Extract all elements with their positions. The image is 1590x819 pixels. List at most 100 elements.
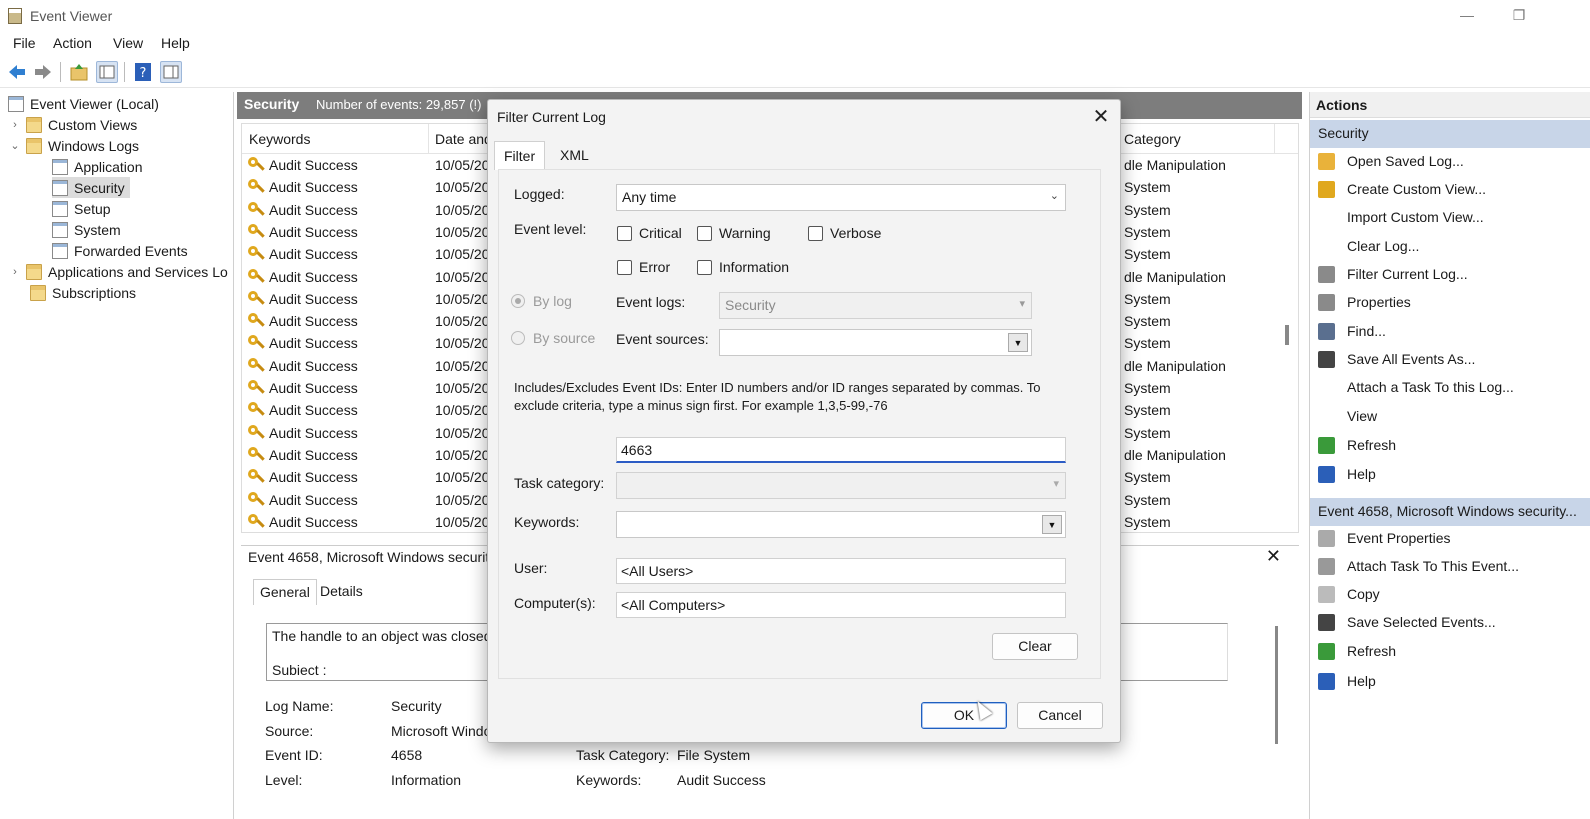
- grid-scrollbar[interactable]: [1285, 325, 1289, 345]
- warning-checkbox[interactable]: [697, 226, 712, 241]
- tab-details[interactable]: Details: [314, 579, 369, 605]
- tree-custom-views[interactable]: › Custom Views: [8, 114, 137, 135]
- error-checkbox[interactable]: [617, 260, 632, 275]
- chevron-down-icon[interactable]: ⌄: [8, 139, 22, 152]
- column-keywords[interactable]: Keywords: [249, 131, 310, 147]
- tab-general[interactable]: General: [253, 579, 317, 605]
- binoculars-icon: [1318, 323, 1335, 340]
- column-date[interactable]: Date and: [435, 131, 492, 147]
- event-message-line1: The handle to an object was closed: [272, 628, 492, 644]
- logged-dropdown[interactable]: Any time ⌄: [616, 184, 1066, 211]
- chevron-right-icon[interactable]: ›: [8, 119, 22, 131]
- tab-filter[interactable]: Filter: [494, 141, 546, 170]
- action-item[interactable]: Attach a Task To this Log...: [1310, 374, 1590, 402]
- information-checkbox[interactable]: [697, 260, 712, 275]
- tab-xml[interactable]: XML: [551, 141, 598, 170]
- verbose-checkbox[interactable]: [808, 226, 823, 241]
- row-keywords: Audit Success: [269, 446, 358, 463]
- action-item[interactable]: Save All Events As...: [1310, 346, 1590, 374]
- action-item[interactable]: Copy: [1310, 581, 1590, 609]
- critical-checkbox[interactable]: [617, 226, 632, 241]
- chevron-down-icon: ⌄: [1049, 190, 1059, 202]
- event-logs-dropdown[interactable]: Security ▾: [719, 292, 1032, 319]
- back-arrow-icon[interactable]: [6, 61, 28, 83]
- event-sources-dropdown[interactable]: ▼: [719, 329, 1032, 356]
- row-date: 10/05/20: [435, 313, 490, 330]
- key-icon: [248, 469, 264, 485]
- minimize-button[interactable]: —: [1447, 4, 1487, 28]
- menu-help[interactable]: Help: [161, 35, 190, 51]
- show-hide-tree-icon[interactable]: [96, 61, 118, 83]
- row-keywords: Audit Success: [269, 402, 358, 419]
- svg-text:?: ?: [140, 66, 147, 81]
- ok-button[interactable]: OK: [921, 702, 1007, 729]
- key-icon: [248, 513, 264, 530]
- tree-setup-log[interactable]: Setup: [52, 198, 111, 219]
- action-item[interactable]: Create Custom View...: [1310, 176, 1590, 204]
- navigation-tree: Event Viewer (Local) › Custom Views ⌄ Wi…: [0, 92, 234, 819]
- action-item[interactable]: Filter Current Log...: [1310, 261, 1590, 289]
- action-label: Help: [1347, 466, 1376, 482]
- column-separator[interactable]: [1274, 124, 1275, 154]
- action-item[interactable]: Clear Log...: [1310, 233, 1590, 261]
- menu-file[interactable]: File: [13, 35, 36, 51]
- action-item[interactable]: View: [1310, 403, 1590, 431]
- computers-input[interactable]: <All Computers>: [616, 592, 1066, 618]
- action-item[interactable]: Event Properties: [1310, 525, 1590, 553]
- action-item[interactable]: Help: [1310, 668, 1590, 696]
- task-category-label: Task category:: [514, 475, 605, 491]
- row-keywords: Audit Success: [269, 313, 358, 330]
- log-name: Security: [244, 96, 300, 112]
- tree-subscriptions[interactable]: Subscriptions: [30, 282, 136, 303]
- row-keywords: Audit Success: [269, 223, 358, 240]
- tree-apps-services[interactable]: › Applications and Services Lo: [8, 261, 228, 282]
- action-item[interactable]: Help: [1310, 461, 1590, 489]
- properties-icon: [1318, 294, 1335, 311]
- up-folder-icon[interactable]: [68, 61, 90, 83]
- log-icon: [52, 158, 68, 175]
- task-category-value: File System: [677, 747, 751, 763]
- action-item[interactable]: Open Saved Log...: [1310, 148, 1590, 176]
- action-item[interactable]: Refresh: [1310, 638, 1590, 666]
- menu-action[interactable]: Action: [53, 35, 92, 51]
- tree-security-log[interactable]: Security: [52, 177, 130, 198]
- column-category[interactable]: Category: [1124, 131, 1181, 147]
- restore-button[interactable]: ❐: [1499, 4, 1539, 28]
- actions-section-security[interactable]: Security: [1310, 120, 1590, 148]
- action-item[interactable]: Refresh: [1310, 432, 1590, 460]
- menu-view[interactable]: View: [113, 35, 143, 51]
- forward-arrow-icon[interactable]: [32, 61, 54, 83]
- actions-section-event[interactable]: Event 4658, Microsoft Windows security..…: [1310, 498, 1590, 526]
- action-item[interactable]: Import Custom View...: [1310, 204, 1590, 232]
- column-separator[interactable]: [428, 124, 429, 154]
- help-icon[interactable]: ?: [132, 61, 154, 83]
- action-item[interactable]: Properties: [1310, 289, 1590, 317]
- information-label: Information: [719, 259, 790, 275]
- event-ids-input[interactable]: 4663: [616, 437, 1066, 463]
- keywords-dropdown[interactable]: ▼: [616, 511, 1066, 538]
- user-input[interactable]: <All Users>: [616, 558, 1066, 584]
- clear-button[interactable]: Clear: [992, 633, 1078, 660]
- by-log-radio[interactable]: [511, 294, 525, 308]
- show-action-pane-icon[interactable]: [160, 61, 182, 83]
- cancel-button[interactable]: Cancel: [1017, 702, 1103, 729]
- task-category-dropdown[interactable]: ▾: [616, 472, 1066, 499]
- action-label: Save All Events As...: [1347, 351, 1476, 367]
- chevron-down-icon: ▾: [1053, 478, 1059, 490]
- close-dialog-icon[interactable]: ✕: [1090, 104, 1112, 129]
- close-detail-icon[interactable]: ✕: [1266, 546, 1281, 567]
- detail-scrollbar[interactable]: [1275, 626, 1278, 744]
- tree-root[interactable]: Event Viewer (Local): [8, 93, 159, 114]
- row-date: 10/05/20: [435, 446, 490, 463]
- action-item[interactable]: Attach Task To This Event...: [1310, 553, 1590, 581]
- by-source-radio[interactable]: [511, 331, 525, 345]
- action-item[interactable]: Find...: [1310, 318, 1590, 346]
- action-label: Save Selected Events...: [1347, 614, 1496, 630]
- tree-system-log[interactable]: System: [52, 219, 121, 240]
- row-category: System: [1124, 335, 1171, 352]
- tree-windows-logs[interactable]: ⌄ Windows Logs: [8, 135, 139, 156]
- action-item[interactable]: Save Selected Events...: [1310, 609, 1590, 637]
- chevron-right-icon[interactable]: ›: [8, 266, 22, 278]
- tree-application-log[interactable]: Application: [52, 156, 180, 177]
- tree-forwarded-events[interactable]: Forwarded Events: [52, 240, 188, 261]
